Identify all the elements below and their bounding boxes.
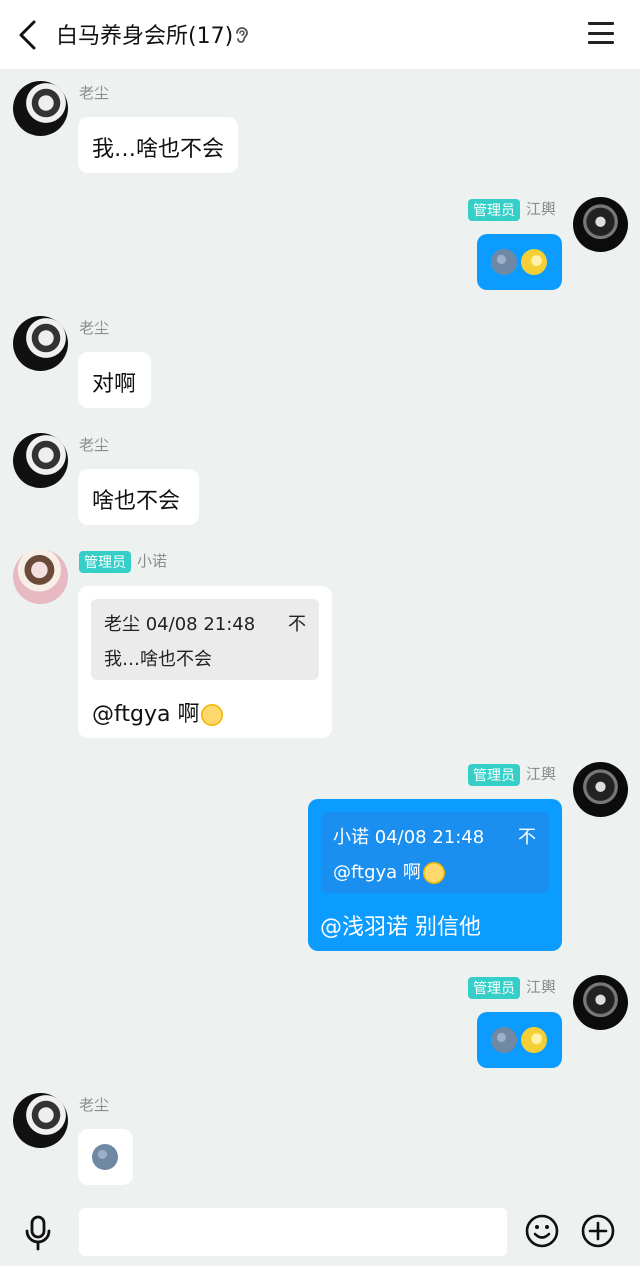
avatar[interactable] [573, 975, 628, 1030]
sender-name: 管理员 江輿 [467, 976, 556, 999]
avatar[interactable] [13, 433, 68, 488]
ear-icon [236, 27, 248, 43]
sender-nick: 小诺 [137, 552, 168, 570]
avatar[interactable] [573, 197, 628, 252]
message-text: 我…啥也不会 [92, 137, 225, 162]
crescent-moon-face-emoji-icon [521, 1027, 547, 1053]
quote-body: @ftgya 啊 [333, 858, 445, 884]
message-bubble[interactable]: 啥也不会 [78, 469, 199, 525]
sender-nick: 江輿 [525, 765, 556, 783]
chat-header: 白马养身会所(17) [0, 0, 640, 69]
avatar[interactable] [13, 81, 68, 136]
new-moon-face-emoji-icon [491, 249, 517, 275]
message-bubble[interactable]: 我…啥也不会 [78, 117, 238, 173]
microphone-icon[interactable] [22, 1214, 54, 1252]
avatar[interactable] [13, 549, 68, 604]
quote-header: 小诺 04/08 21:48 [333, 827, 485, 848]
message-text: 啥也不会 [92, 489, 181, 514]
quoted-message[interactable]: 小诺 04/08 21:48 不 @ftgya 啊 [321, 812, 549, 893]
sender-name: 管理员 江輿 [467, 763, 556, 786]
smiling-face-emoji-icon [201, 704, 224, 726]
quote-jump-icon[interactable]: 不 [288, 610, 306, 636]
sender-name: 老尘 [79, 1096, 110, 1114]
sender-name: 老尘 [79, 436, 110, 454]
admin-badge: 管理员 [467, 198, 520, 221]
smiley-icon[interactable] [525, 1214, 559, 1248]
reply-message-bubble[interactable]: 老尘 04/08 21:48 不 我…啥也不会 @ftgya 啊 [78, 586, 332, 738]
admin-badge: 管理员 [79, 550, 131, 573]
sender-name: 老尘 [79, 319, 110, 337]
crescent-moon-face-emoji-icon [521, 249, 547, 275]
message-text: @浅羽诺 别信他 [320, 915, 481, 940]
chat-title: 白马养身会所(17) [56, 24, 234, 49]
quote-jump-icon[interactable]: 不 [518, 823, 536, 849]
quote-body: 我…啥也不会 [104, 649, 212, 670]
sender-name: 管理员 江輿 [467, 198, 556, 221]
quote-header: 老尘 04/08 21:48 [104, 614, 256, 635]
message-bubble[interactable]: 对啊 [78, 352, 151, 408]
quoted-message[interactable]: 老尘 04/08 21:48 不 我…啥也不会 [91, 599, 319, 680]
message-text: 对啊 [92, 372, 137, 397]
message-bubble[interactable] [477, 234, 562, 290]
sender-nick: 江輿 [525, 200, 556, 218]
new-moon-face-emoji-icon [92, 1144, 118, 1170]
sender-nick: 江輿 [525, 978, 556, 996]
message-bubble[interactable] [78, 1129, 133, 1185]
message-text: @ftgya 啊 [92, 696, 224, 728]
message-input[interactable] [79, 1208, 507, 1256]
hamburger-menu-icon[interactable] [588, 22, 614, 46]
avatar[interactable] [573, 762, 628, 817]
new-moon-face-emoji-icon [491, 1027, 517, 1053]
reply-message-bubble[interactable]: 小诺 04/08 21:48 不 @ftgya 啊 @浅羽诺 别信他 [308, 799, 562, 951]
avatar[interactable] [13, 316, 68, 371]
chevron-left-icon[interactable] [14, 19, 42, 51]
avatar[interactable] [13, 1093, 68, 1148]
message-bubble[interactable] [477, 1012, 562, 1068]
sender-name: 管理员 小诺 [79, 550, 167, 573]
plus-icon[interactable] [581, 1214, 615, 1248]
sender-name: 老尘 [79, 84, 110, 102]
admin-badge: 管理员 [467, 976, 520, 999]
admin-badge: 管理员 [467, 763, 520, 786]
smiling-face-emoji-icon [422, 862, 445, 884]
